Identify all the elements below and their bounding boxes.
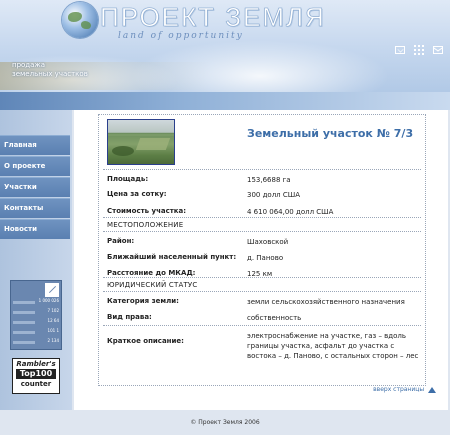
contact-mail-icon[interactable] — [433, 46, 443, 54]
rambler-top100-badge[interactable]: Rambler's Top100 counter — [12, 358, 60, 394]
counter-row: 2 134 — [13, 339, 59, 347]
counter-value: 7 102 — [47, 308, 59, 313]
divider — [103, 277, 421, 278]
field-label: Цена за сотку: — [107, 190, 167, 198]
field-label: Расстояние до МКАД: — [107, 269, 196, 277]
nav-item-news[interactable]: Новости — [0, 219, 70, 239]
visit-counter[interactable]: 1 000 026 7 102 12 64 101 1 2 134 — [10, 280, 62, 350]
logo-title[interactable]: ПРОЕКТ ЗЕМЛЯ — [100, 2, 326, 33]
counter-row: 101 1 — [13, 329, 59, 337]
rambler-label: counter — [20, 380, 52, 388]
counter-value: 2 134 — [47, 338, 59, 343]
listing-title: Земельный участок № 7/3 — [247, 127, 414, 140]
field-label: Район: — [107, 237, 135, 245]
divider — [103, 291, 421, 292]
nav-item-contacts[interactable]: Контакты — [0, 198, 70, 218]
nav-item-plots[interactable]: Участки — [0, 177, 70, 197]
sidebar: Главная О проекте Участки Контакты Новос… — [0, 110, 72, 410]
page-footer: © Проект Земля 2006 — [0, 410, 450, 435]
main-nav: Главная О проекте Участки Контакты Новос… — [0, 135, 70, 240]
field-value: 4 610 064,00 долл США — [247, 208, 334, 216]
field-value: электроснабжение на участке, газ – вдоль… — [247, 332, 419, 360]
back-to-top-label: вверх страницы — [373, 386, 425, 393]
arrow-icon — [45, 283, 59, 297]
field-value: д. Паново — [247, 254, 284, 262]
divider — [103, 169, 421, 170]
field-label: Вид права: — [107, 313, 152, 321]
divider — [103, 217, 421, 218]
main-content: Земельный участок № 7/3 Площадь: 153,668… — [72, 110, 450, 410]
field-value: 153,6688 га — [247, 176, 291, 184]
field-value: собственность — [247, 314, 302, 322]
rambler-label: Top100 — [16, 369, 56, 379]
rambler-label: Rambler's — [16, 360, 56, 368]
field-label: Стоимость участка: — [107, 207, 187, 215]
field-label: Краткое описание: — [107, 337, 184, 345]
arrow-up-icon — [428, 386, 436, 393]
plot-photo[interactable] — [107, 119, 175, 165]
listing-card: Земельный участок № 7/3 Площадь: 153,668… — [98, 114, 426, 386]
globe-logo-icon[interactable] — [62, 2, 98, 38]
counter-row: 12 64 — [13, 319, 59, 327]
header-caption: продажа земельных участков — [12, 61, 88, 79]
field-value: Шаховской — [247, 238, 289, 246]
section-heading-legal: ЮРИДИЧЕСКИЙ СТАТУС — [107, 281, 198, 289]
mail-icon[interactable] — [395, 46, 405, 54]
sitemap-grid-icon[interactable] — [414, 45, 424, 55]
back-to-top-link[interactable]: вверх страницы — [373, 386, 436, 393]
field-label: Площадь: — [107, 175, 149, 183]
copyright-text: © Проект Земля 2006 — [190, 419, 260, 426]
nav-item-about[interactable]: О проекте — [0, 156, 70, 176]
counter-value: 1 000 026 — [38, 298, 59, 303]
divider — [103, 231, 421, 232]
content-panel: Земельный участок № 7/3 Площадь: 153,668… — [74, 110, 448, 410]
counter-row: 7 102 — [13, 309, 59, 317]
field-label: Категория земли: — [107, 297, 179, 305]
field-value: земли сельскохозяйственного назначения — [247, 298, 405, 306]
divider — [103, 325, 421, 326]
section-heading-location: МЕСТОПОЛОЖЕНИЕ — [107, 221, 184, 229]
header-caption-line: продажа — [12, 61, 46, 69]
logo-tagline: land of opportunity — [118, 31, 244, 41]
counter-row: 1 000 026 — [13, 299, 59, 307]
field-label: Ближайший населенный пункт: — [107, 253, 237, 261]
counter-value: 12 64 — [47, 318, 59, 323]
counter-value: 101 1 — [47, 328, 59, 333]
page-header: ПРОЕКТ ЗЕМЛЯ land of opportunity продажа… — [0, 0, 450, 110]
field-value: 300 долл США — [247, 191, 301, 199]
header-band — [0, 92, 450, 110]
nav-item-home[interactable]: Главная — [0, 135, 70, 155]
header-caption-line: земельных участков — [12, 70, 88, 78]
